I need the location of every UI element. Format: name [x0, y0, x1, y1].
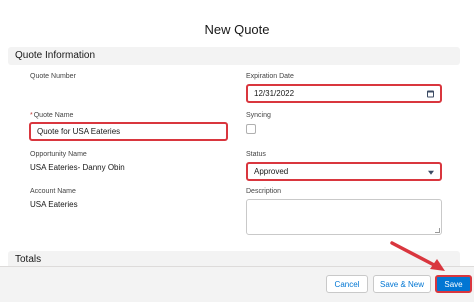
opportunity-name-value[interactable]: USA Eateries- Danny Obin — [30, 163, 125, 172]
quote-number-label: Quote Number — [30, 73, 76, 80]
resize-handle-icon[interactable] — [435, 228, 440, 233]
account-name-value[interactable]: USA Eateries — [30, 200, 78, 209]
status-label: Status — [246, 151, 266, 158]
syncing-label: Syncing — [246, 112, 271, 119]
expiration-date-label: Expiration Date — [246, 73, 294, 80]
syncing-checkbox[interactable] — [246, 124, 256, 134]
modal-footer: Cancel Save & New Save — [0, 266, 474, 302]
save-button[interactable]: Save — [435, 275, 472, 293]
description-textarea[interactable] — [246, 199, 442, 235]
status-select[interactable]: Approved — [246, 162, 442, 181]
save-button-label: Save — [444, 279, 463, 289]
expiration-date-input[interactable]: 12/31/2022 — [246, 84, 442, 103]
required-mark: * — [30, 112, 33, 119]
description-label: Description — [246, 188, 282, 195]
opportunity-name-label: Opportunity Name — [30, 151, 87, 158]
quote-name-label: *Quote Name — [30, 112, 73, 119]
status-value: Approved — [254, 167, 289, 176]
expiration-date-value: 12/31/2022 — [254, 89, 295, 98]
section-header-quote-information[interactable]: Quote Information — [8, 47, 460, 65]
account-name-label: Account Name — [30, 188, 76, 195]
chevron-down-icon[interactable] — [428, 170, 434, 175]
cancel-button[interactable]: Cancel — [326, 275, 368, 293]
quote-name-label-text: Quote Name — [33, 112, 74, 119]
quote-name-input[interactable]: Quote for USA Eateries — [29, 122, 228, 141]
save-and-new-button[interactable]: Save & New — [373, 275, 431, 293]
modal-title: New Quote — [204, 22, 270, 37]
calendar-icon[interactable] — [427, 90, 434, 97]
